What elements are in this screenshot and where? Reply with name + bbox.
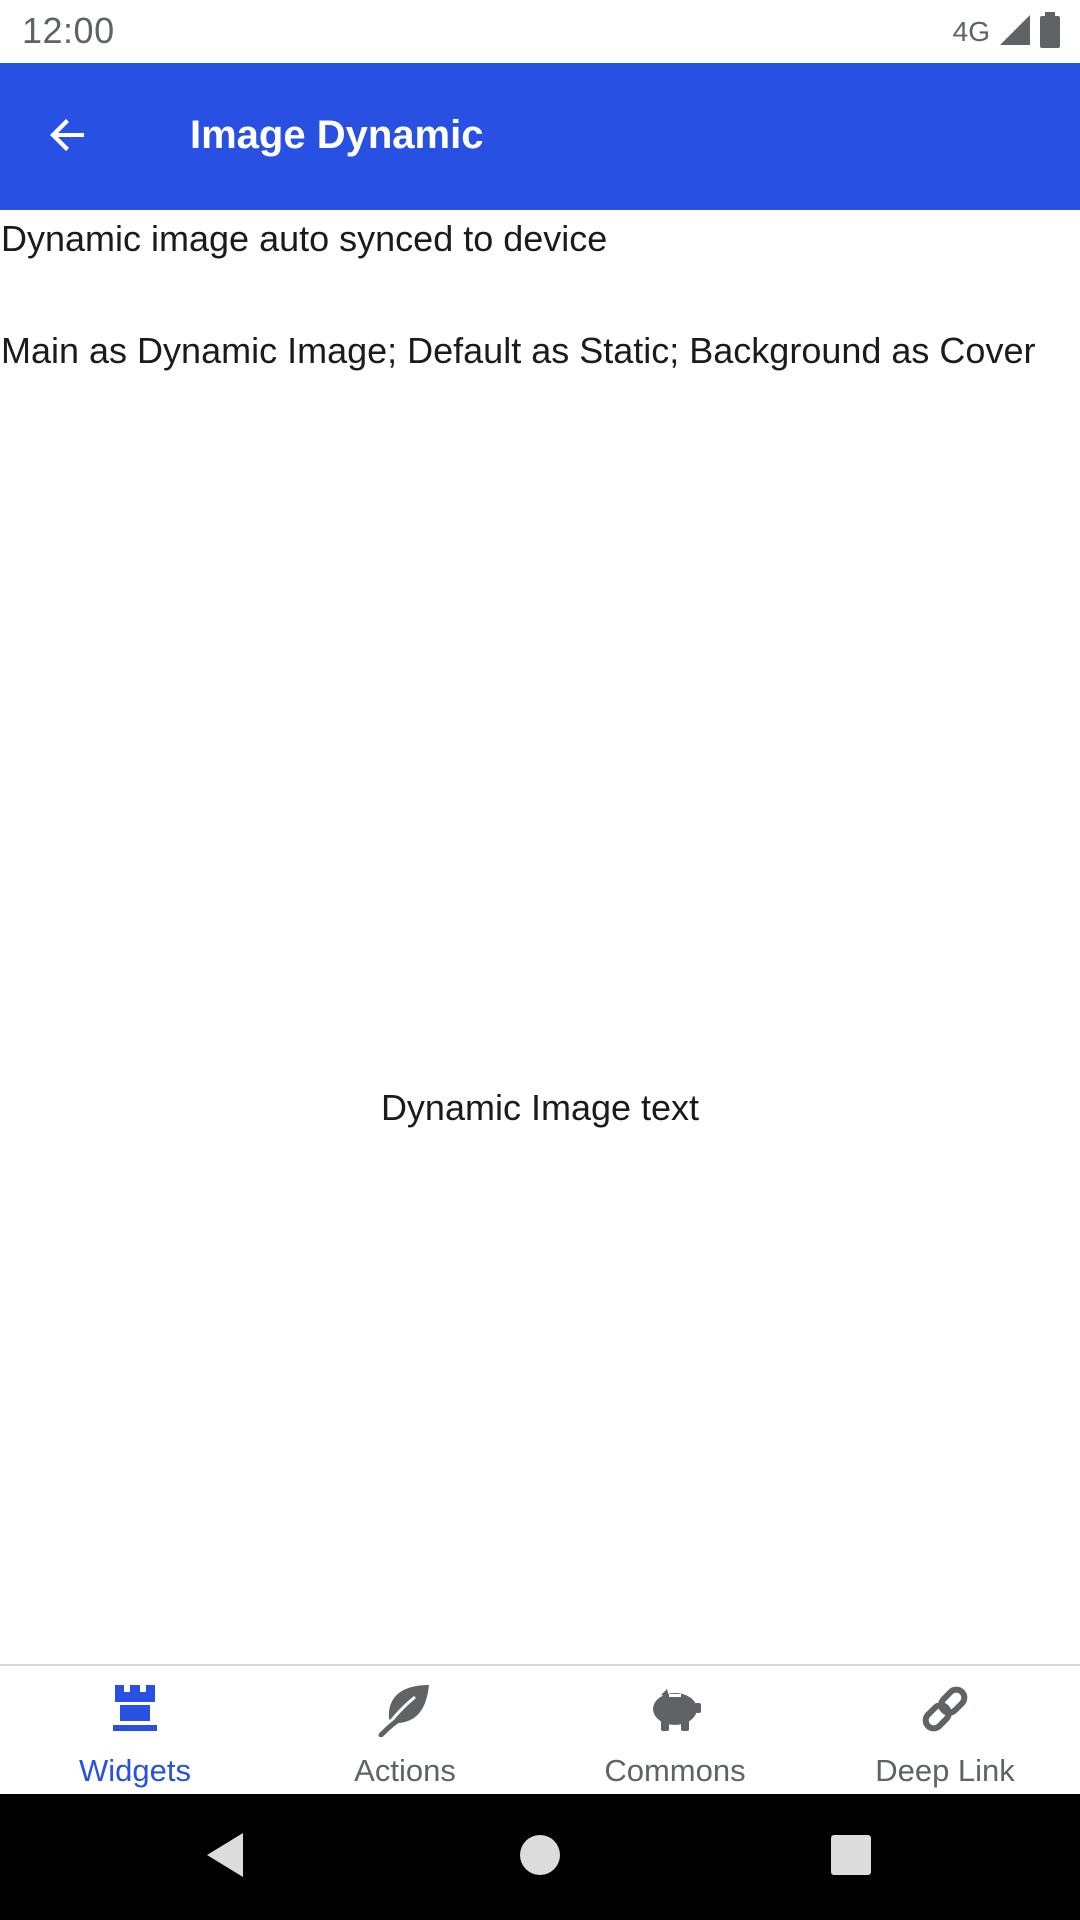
nav-item-deep-link[interactable]: Deep Link (810, 1666, 1080, 1796)
circle-home-icon (518, 1833, 562, 1882)
nav-item-widgets[interactable]: Widgets (0, 1666, 270, 1796)
chess-rook-icon (105, 1679, 165, 1739)
square-recents-icon (830, 1834, 872, 1881)
nav-label-commons: Commons (604, 1753, 746, 1788)
triangle-back-icon (203, 1831, 247, 1884)
signal-icon (998, 13, 1032, 52)
page-title: Image Dynamic (190, 113, 484, 157)
nav-label-deep-link: Deep Link (875, 1753, 1015, 1788)
nav-item-commons[interactable]: Commons (540, 1666, 810, 1796)
battery-icon (1038, 11, 1062, 53)
nav-item-actions[interactable]: Actions (270, 1666, 540, 1796)
system-recents-button[interactable] (818, 1824, 884, 1890)
status-bar: 12:00 4G (0, 0, 1080, 63)
link-icon (915, 1679, 975, 1739)
system-home-button[interactable] (507, 1824, 573, 1890)
system-back-button[interactable] (192, 1824, 258, 1890)
image-config-text: Main as Dynamic Image; Default as Static… (1, 330, 1036, 371)
description-text: Dynamic image auto synced to device (1, 218, 608, 259)
dynamic-image-text: Dynamic Image text (380, 1087, 700, 1128)
system-navigation-bar (0, 1794, 1080, 1920)
nav-label-widgets: Widgets (79, 1753, 191, 1788)
network-type: 4G (952, 16, 990, 47)
status-time: 12:00 (22, 10, 115, 51)
status-icons: 4G (952, 11, 1062, 53)
arrow-back-icon (44, 111, 92, 164)
bottom-navigation: Widgets Actions Commons Deep Link (0, 1664, 1080, 1796)
app-bar: Image Dynamic (0, 63, 1080, 210)
piggy-bank-icon (645, 1679, 705, 1739)
nav-label-actions: Actions (354, 1753, 456, 1788)
screen: 12:00 4G Image Dynamic Dynamic image aut… (0, 0, 1080, 1920)
back-button[interactable] (28, 103, 108, 171)
leaf-icon (375, 1679, 435, 1739)
